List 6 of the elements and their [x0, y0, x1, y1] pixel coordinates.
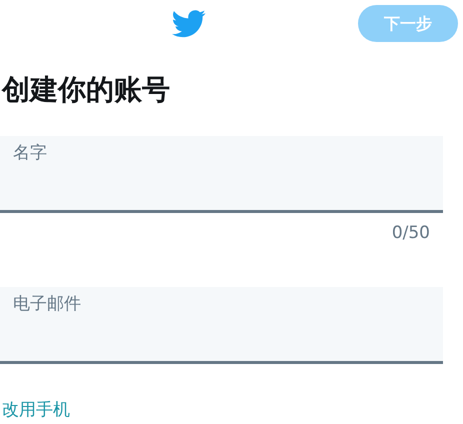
- character-counter: 0/50: [392, 222, 430, 245]
- text-field[interactable]: 名字: [0, 136, 443, 213]
- page-title: 创建你的账号: [2, 72, 171, 108]
- bird-icon: [172, 8, 206, 38]
- text-field[interactable]: 电子邮件: [0, 286, 443, 364]
- use-phone-link[interactable]: 改用手机: [2, 398, 70, 423]
